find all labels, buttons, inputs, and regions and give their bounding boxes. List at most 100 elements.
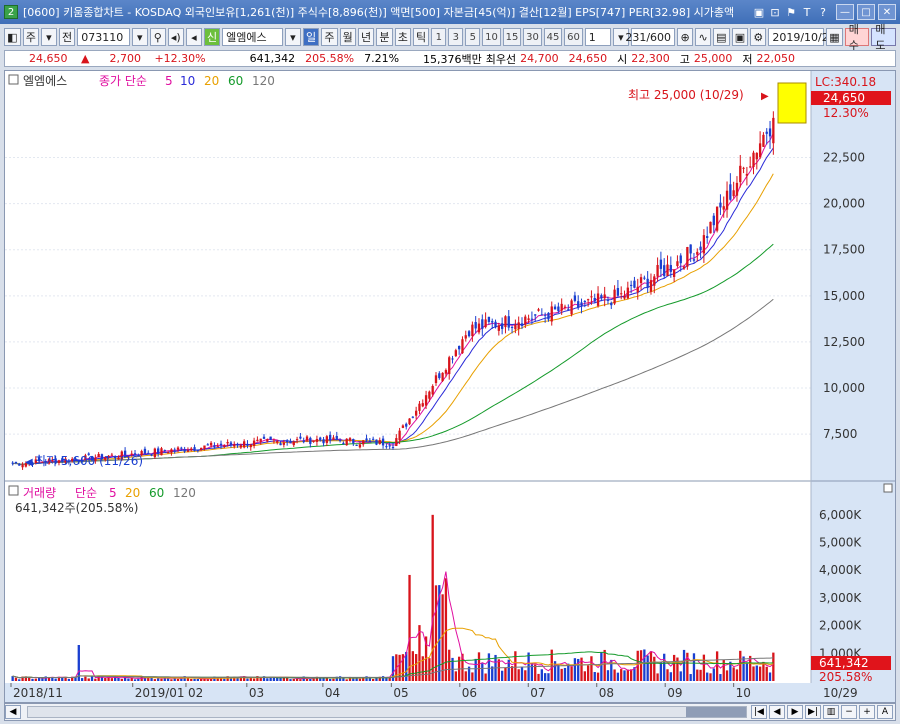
candle-body [620, 293, 623, 295]
candle-body [190, 448, 193, 451]
list-icon[interactable]: ▤ [713, 28, 730, 46]
up-arrow-icon: ▲ [81, 52, 90, 65]
close-button[interactable]: ✕ [878, 4, 896, 20]
date-input[interactable]: 2019/10/29 [768, 28, 836, 46]
scroll-prev-icon[interactable]: ◀ [769, 705, 785, 719]
period-week-button[interactable]: 주 [321, 28, 338, 46]
price-y-tick: 17,500 [823, 243, 865, 257]
calendar-icon[interactable]: ▦ [826, 28, 843, 46]
save-icon[interactable]: ▣ [731, 28, 749, 46]
sell-button[interactable]: 매도 [871, 23, 897, 52]
scroll-last-icon[interactable]: ▶| [805, 705, 821, 719]
candle-body [633, 280, 636, 288]
candle-body [358, 444, 362, 448]
search-icon[interactable]: ⚲ [149, 28, 166, 46]
vol-ma120-legend: 120 [173, 486, 196, 500]
interval-10-button[interactable]: 10 [482, 28, 501, 46]
candle-body [514, 324, 517, 330]
low-label: 저 [742, 52, 753, 66]
maximize-button[interactable]: □ [857, 4, 875, 20]
volume-bar [196, 678, 200, 681]
candle-body [186, 450, 190, 452]
time-axis-label: 02 [188, 686, 203, 700]
horizontal-scrollbar[interactable] [27, 706, 747, 718]
volume-y-tick: 6,000K [819, 508, 862, 522]
vol-ma20-legend: 20 [125, 486, 140, 500]
chart-canvas[interactable]: 엘엠에스 종가 단순 5 10 20 60 120 LC:340.18 24,6… [5, 71, 895, 702]
chart-area[interactable]: 엘엠에스 종가 단순 5 10 20 60 120 LC:340.18 24,6… [4, 70, 896, 703]
panel-menu-icon[interactable] [883, 483, 893, 493]
chart-menu-icon[interactable]: ◧ [4, 28, 21, 46]
interval-60-button[interactable]: 60 [564, 28, 583, 46]
buy-button[interactable]: 매수 [844, 23, 870, 52]
font-icon[interactable]: T [800, 5, 814, 19]
candle-body [639, 277, 643, 284]
stock-name-field[interactable]: 엘엠에스 [222, 28, 283, 46]
interval-45-button[interactable]: 45 [543, 28, 563, 46]
time-axis-label: 04 [325, 686, 340, 700]
volume-bar [388, 677, 391, 681]
sound-icon[interactable]: ◂) [167, 28, 184, 46]
volume-bar [626, 669, 629, 681]
zoom-minus-icon[interactable]: − [841, 705, 857, 719]
prev-stock-icon[interactable]: ◂ [185, 28, 202, 46]
chart-type-icon[interactable]: ⊕ [677, 28, 694, 46]
candle-body [596, 293, 600, 306]
candle-body [157, 448, 160, 454]
line-tool-icon[interactable]: ∿ [695, 28, 712, 46]
candle-body [322, 439, 325, 444]
time-axis-label: 08 [599, 686, 614, 700]
time-axis-label: 10 [736, 686, 751, 700]
data-count-field[interactable]: 231/600 [625, 28, 676, 46]
candle-body [375, 439, 378, 445]
candle-body [259, 438, 262, 442]
flag-icon[interactable]: ⚑ [784, 5, 798, 19]
code-dropdown-icon[interactable]: ▾ [131, 28, 148, 46]
interval-30-button[interactable]: 30 [523, 28, 542, 46]
candle-body [438, 373, 441, 379]
settings-gear-icon[interactable]: ⚙ [750, 28, 767, 46]
candle-body [295, 439, 299, 441]
interval-1-button[interactable]: 1 [431, 28, 447, 46]
help-icon[interactable]: ? [816, 5, 830, 19]
volume-bar [448, 649, 451, 681]
market-ju-button[interactable]: 주 [22, 28, 39, 46]
interval-input[interactable]: 1 [584, 28, 611, 46]
screen-icon[interactable]: ▣ [752, 5, 766, 19]
change-pct-value: +12.30% [154, 52, 206, 65]
scroll-first-icon[interactable]: |◀ [751, 705, 767, 719]
candle-body [216, 446, 219, 448]
interval-15-button[interactable]: 15 [502, 28, 522, 46]
restore-icon[interactable]: ⊡ [768, 5, 782, 19]
interval-5-button[interactable]: 5 [465, 28, 481, 46]
candle-body [209, 442, 213, 446]
candle-body [170, 449, 173, 453]
last-pct-tag: 12.30% [823, 106, 869, 120]
panel-collapse-icon[interactable] [8, 74, 19, 85]
stock-code-input[interactable]: 073110 [77, 28, 130, 46]
candle-body [292, 441, 295, 446]
candle-body [378, 440, 381, 444]
zoom-plus-icon[interactable]: + [859, 705, 875, 719]
period-month-button[interactable]: 월 [339, 28, 356, 46]
minimize-button[interactable]: — [836, 4, 854, 20]
candle-body [398, 430, 401, 441]
candle-body [768, 128, 772, 137]
scroll-thumb[interactable] [686, 707, 746, 717]
volume-bar [560, 668, 563, 681]
period-second-button[interactable]: 초 [394, 28, 411, 46]
interval-3-button[interactable]: 3 [448, 28, 464, 46]
dropdown-icon[interactable]: ▾ [40, 28, 57, 46]
scroll-next-icon[interactable]: ▶ [787, 705, 803, 719]
period-year-button[interactable]: 년 [357, 28, 375, 46]
period-tick-button[interactable]: 틱 [412, 28, 430, 46]
period-minute-button[interactable]: 분 [376, 28, 393, 46]
period-day-button[interactable]: 일 [302, 28, 320, 46]
name-dropdown-icon[interactable]: ▾ [284, 28, 301, 46]
candle-body [428, 391, 431, 399]
market-jeon-button[interactable]: 전 [58, 28, 76, 46]
zoom-bar-icon[interactable]: ▥ [823, 705, 839, 719]
scroll-left-icon[interactable]: ◀ [5, 705, 21, 719]
volume-collapse-icon[interactable] [8, 485, 19, 496]
auto-scale-icon[interactable]: A [877, 705, 893, 719]
